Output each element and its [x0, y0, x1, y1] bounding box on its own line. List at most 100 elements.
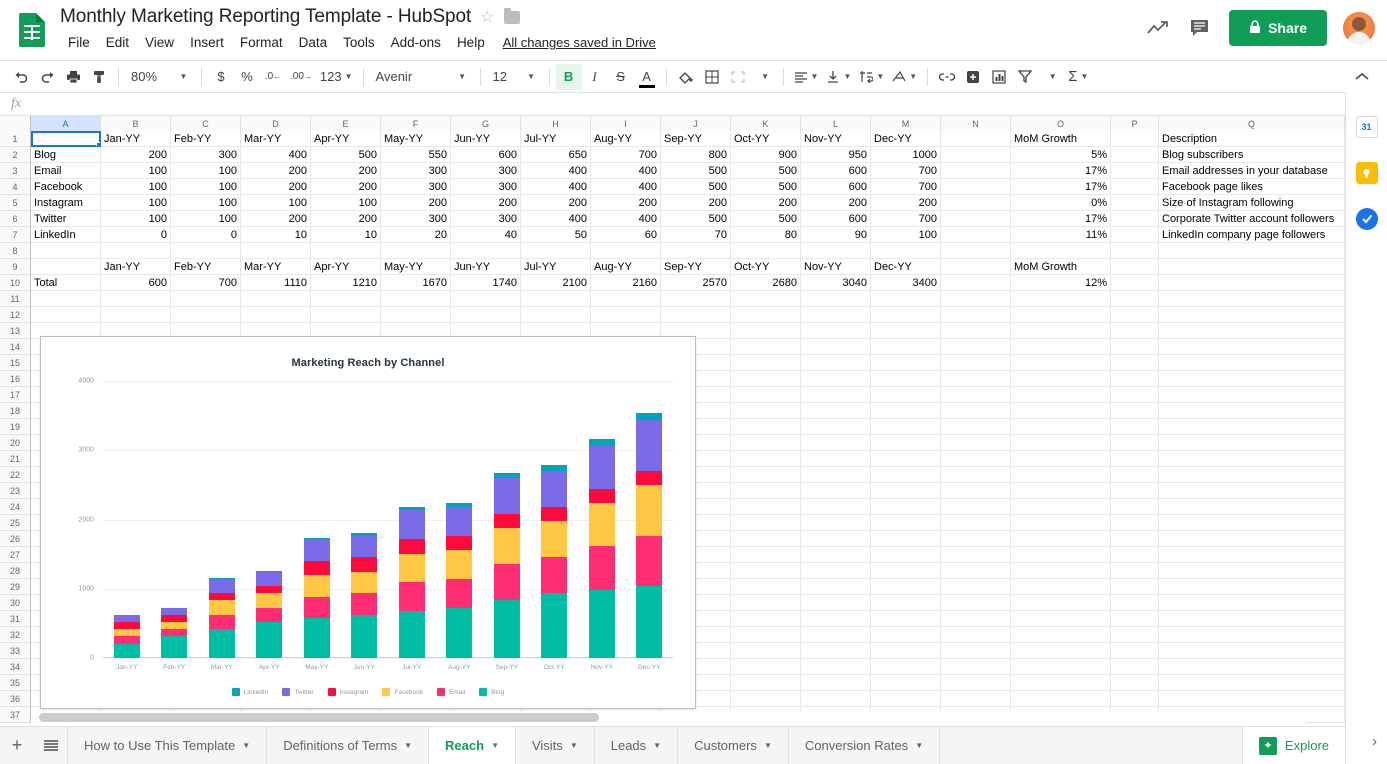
cell-K23[interactable] [731, 483, 801, 499]
cell-L31[interactable] [801, 611, 871, 627]
cell-H2[interactable]: 650 [521, 147, 591, 163]
cell-K25[interactable] [731, 515, 801, 531]
chart-bar-Apr-YY[interactable]: Apr-YY [256, 571, 282, 658]
column-header-P[interactable]: P [1111, 116, 1159, 131]
cell-Q3[interactable]: Email addresses in your database [1159, 163, 1345, 179]
cell-H3[interactable]: 400 [521, 163, 591, 179]
cell-L33[interactable] [801, 643, 871, 659]
cell-Q22[interactable] [1159, 467, 1345, 483]
cell-M32[interactable] [871, 627, 941, 643]
cell-L26[interactable] [801, 531, 871, 547]
cell-P7[interactable] [1111, 227, 1159, 243]
column-header-J[interactable]: J [661, 116, 731, 131]
cell-F1[interactable]: May-YY [381, 131, 451, 147]
cell-Q14[interactable] [1159, 339, 1345, 355]
chart-bar-Feb-YY[interactable]: Feb-YY [161, 608, 187, 658]
menu-item-addons[interactable]: Add-ons [383, 33, 449, 52]
cell-I8[interactable] [591, 243, 661, 259]
cell-N5[interactable] [941, 195, 1011, 211]
cell-A9[interactable] [31, 259, 101, 275]
cell-K16[interactable] [731, 371, 801, 387]
cell-N6[interactable] [941, 211, 1011, 227]
chevron-down-icon[interactable]: ▼ [653, 741, 661, 750]
google-tasks-icon[interactable] [1356, 208, 1378, 230]
cell-B7[interactable]: 0 [101, 227, 171, 243]
cell-H9[interactable]: Jul-YY [521, 259, 591, 275]
cell-N33[interactable] [941, 643, 1011, 659]
row-header-10[interactable]: 10 [0, 275, 31, 291]
cell-F2[interactable]: 550 [381, 147, 451, 163]
cell-J1[interactable]: Sep-YY [661, 131, 731, 147]
merge-cells-icon[interactable] [725, 64, 751, 90]
cell-K30[interactable] [731, 595, 801, 611]
cell-A11[interactable] [31, 291, 101, 307]
cell-B8[interactable] [101, 243, 171, 259]
cell-M17[interactable] [871, 387, 941, 403]
cell-O24[interactable] [1011, 499, 1111, 515]
cell-P18[interactable] [1111, 403, 1159, 419]
cell-H6[interactable]: 400 [521, 211, 591, 227]
cell-Q30[interactable] [1159, 595, 1345, 611]
menu-item-tools[interactable]: Tools [335, 33, 383, 52]
cell-B11[interactable] [101, 291, 171, 307]
chart-legend-item-LinkedIn[interactable]: LinkedIn [232, 688, 269, 696]
expand-rail-icon[interactable]: › [1372, 733, 1377, 750]
cell-O6[interactable]: 17% [1011, 211, 1111, 227]
undo-icon[interactable] [8, 64, 34, 90]
column-header-O[interactable]: O [1011, 116, 1111, 131]
comment-icon[interactable] [1187, 15, 1213, 41]
column-header-M[interactable]: M [871, 116, 941, 131]
cell-N9[interactable] [941, 259, 1011, 275]
cell-M3[interactable]: 700 [871, 163, 941, 179]
currency-format-button[interactable]: $ [208, 64, 234, 90]
cell-F4[interactable]: 300 [381, 179, 451, 195]
cell-L27[interactable] [801, 547, 871, 563]
cell-J4[interactable]: 500 [661, 179, 731, 195]
bold-button[interactable]: B [556, 64, 582, 90]
user-avatar[interactable] [1343, 12, 1375, 44]
cell-N4[interactable] [941, 179, 1011, 195]
cell-L16[interactable] [801, 371, 871, 387]
cell-Q20[interactable] [1159, 435, 1345, 451]
cell-Q7[interactable]: LinkedIn company page followers [1159, 227, 1345, 243]
cell-P29[interactable] [1111, 579, 1159, 595]
cell-D1[interactable]: Mar-YY [241, 131, 311, 147]
cell-O5[interactable]: 0% [1011, 195, 1111, 211]
cell-N17[interactable] [941, 387, 1011, 403]
cell-D10[interactable]: 1110 [241, 275, 311, 291]
cell-L10[interactable]: 3040 [801, 275, 871, 291]
cell-O14[interactable] [1011, 339, 1111, 355]
cell-Q17[interactable] [1159, 387, 1345, 403]
cell-N2[interactable] [941, 147, 1011, 163]
cell-N31[interactable] [941, 611, 1011, 627]
cell-N15[interactable] [941, 355, 1011, 371]
cell-P28[interactable] [1111, 563, 1159, 579]
row-header-35[interactable]: 35 [0, 675, 31, 691]
google-keep-icon[interactable] [1356, 162, 1378, 184]
cell-Q18[interactable] [1159, 403, 1345, 419]
cell-K3[interactable]: 500 [731, 163, 801, 179]
row-header-25[interactable]: 25 [0, 515, 31, 531]
cell-Q23[interactable] [1159, 483, 1345, 499]
cell-N34[interactable] [941, 659, 1011, 675]
chart-legend-item-Email[interactable]: Email [437, 688, 465, 696]
cell-G10[interactable]: 1740 [451, 275, 521, 291]
cell-Q2[interactable]: Blog subscribers [1159, 147, 1345, 163]
row-header-4[interactable]: 4 [0, 179, 31, 195]
cell-I3[interactable]: 400 [591, 163, 661, 179]
cell-B9[interactable]: Jan-YY [101, 259, 171, 275]
cell-K22[interactable] [731, 467, 801, 483]
cell-C10[interactable]: 700 [171, 275, 241, 291]
cell-M18[interactable] [871, 403, 941, 419]
cell-B6[interactable]: 100 [101, 211, 171, 227]
cell-L35[interactable] [801, 675, 871, 691]
cell-D8[interactable] [241, 243, 311, 259]
chart-bar-Jun-YY[interactable]: Jun-YY [351, 533, 377, 658]
cell-J12[interactable] [661, 307, 731, 323]
cell-L6[interactable]: 600 [801, 211, 871, 227]
cell-K26[interactable] [731, 531, 801, 547]
save-status-link[interactable]: All changes saved in Drive [503, 35, 656, 50]
cell-L9[interactable]: Nov-YY [801, 259, 871, 275]
cell-Q8[interactable] [1159, 243, 1345, 259]
cell-O16[interactable] [1011, 371, 1111, 387]
